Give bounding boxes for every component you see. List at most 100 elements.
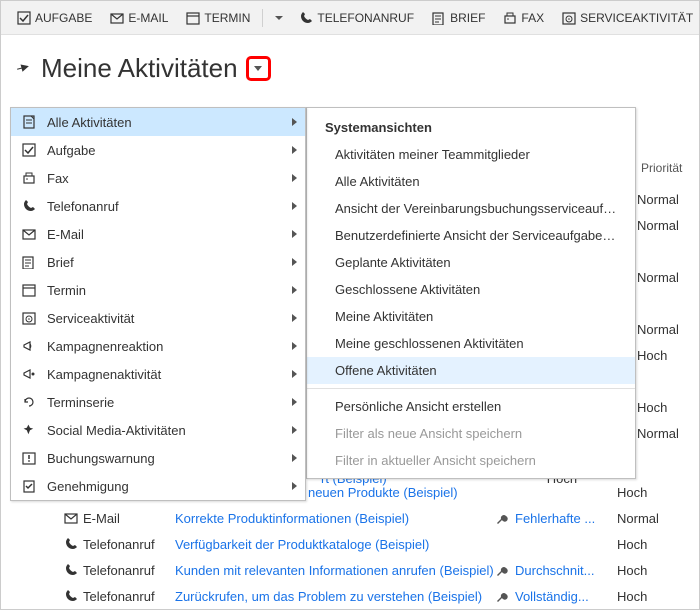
- view-item[interactable]: Meine geschlossenen Aktivitäten: [307, 330, 635, 357]
- view-item[interactable]: Meine Aktivitäten: [307, 303, 635, 330]
- toolbar-task-label: AUFGABE: [35, 11, 92, 25]
- row-priority: Hoch: [617, 589, 677, 604]
- view-action-create-personal[interactable]: Persönliche Ansicht erstellen: [307, 393, 635, 420]
- view-item[interactable]: Benutzerdefinierte Ansicht der Serviceau…: [307, 222, 635, 249]
- bg-priority-cell: [637, 290, 699, 316]
- toolbar-phone-label: TELEFONANRUF: [317, 11, 414, 25]
- chevron-right-icon: [292, 258, 297, 266]
- row-regarding-text: Fehlerhafte ...: [515, 511, 595, 526]
- chevron-right-icon: [292, 370, 297, 378]
- row-priority: Hoch: [617, 485, 677, 500]
- activity-row[interactable]: Telefonanruf Zurückrufen, um das Problem…: [1, 583, 699, 609]
- chevron-right-icon: [292, 118, 297, 126]
- view-item[interactable]: Aktivitäten meiner Teammitglieder: [307, 141, 635, 168]
- column-header-priority[interactable]: Priorität: [641, 161, 682, 175]
- row-regarding-link[interactable]: Fehlerhafte ...: [497, 511, 617, 526]
- chevron-right-icon: [292, 482, 297, 490]
- type-menu-item-social[interactable]: Social Media-Aktivitäten: [11, 416, 305, 444]
- row-regarding-text: Vollständig...: [515, 589, 589, 604]
- type-menu-label: Termin: [39, 283, 292, 298]
- activity-row[interactable]: Telefonanruf Verfügbarkeit der Produktka…: [1, 531, 699, 557]
- row-type: E-Mail: [83, 511, 175, 526]
- type-menu-label: E-Mail: [39, 227, 292, 242]
- bg-priority-cell: Normal: [637, 264, 699, 290]
- service-icon: [562, 11, 576, 25]
- row-type: Telefonanruf: [83, 537, 175, 552]
- chevron-down-icon: [254, 66, 262, 71]
- checkbox-icon: [17, 11, 31, 25]
- row-type: Telefonanruf: [83, 563, 175, 578]
- row-subject-link[interactable]: Verfügbarkeit der Produktkataloge (Beisp…: [175, 537, 497, 552]
- view-item[interactable]: Geschlossene Aktivitäten: [307, 276, 635, 303]
- toolbar-service[interactable]: SERVICEAKTIVITÄT: [554, 7, 700, 29]
- row-type: Telefonanruf: [83, 589, 175, 604]
- type-menu-item-phone[interactable]: Telefonanruf: [11, 192, 305, 220]
- phone-icon: [19, 199, 39, 213]
- view-item-highlighted[interactable]: Offene Aktivitäten: [307, 357, 635, 384]
- type-menu-item-approval[interactable]: Genehmigung: [11, 472, 305, 500]
- type-menu-item-service[interactable]: Serviceaktivität: [11, 304, 305, 332]
- toolbar-email-label: E-MAIL: [128, 11, 168, 25]
- chevron-right-icon: [292, 286, 297, 294]
- row-priority: Hoch: [617, 563, 677, 578]
- row-priority: Hoch: [617, 537, 677, 552]
- toolbar-task[interactable]: AUFGABE: [9, 7, 100, 29]
- row-subject-link[interactable]: Zurückrufen, um das Problem zu verstehen…: [175, 589, 497, 604]
- toolbar-appointment[interactable]: TERMIN: [178, 7, 258, 29]
- view-selector-dropdown[interactable]: [246, 56, 271, 81]
- row-priority: Normal: [617, 511, 677, 526]
- row-regarding-link[interactable]: Durchschnit...: [497, 563, 617, 578]
- type-menu-item-campaign-activity[interactable]: Kampagnenaktivität: [11, 360, 305, 388]
- toolbar-letter[interactable]: BRIEF: [424, 7, 493, 29]
- bg-priority-cell: Normal: [637, 186, 699, 212]
- envelope-icon: [59, 511, 83, 525]
- type-menu-item-task[interactable]: Aufgabe: [11, 136, 305, 164]
- activity-type-menu: Alle Aktivitäten Aufgabe Fax Telefonanru…: [10, 107, 306, 501]
- type-menu-item-appointment[interactable]: Termin: [11, 276, 305, 304]
- bg-priority-cell: Normal: [637, 420, 699, 446]
- chevron-right-icon: [292, 146, 297, 154]
- pin-icon[interactable]: [15, 61, 31, 77]
- fax-icon: [19, 171, 39, 185]
- activity-row[interactable]: E-Mail Korrekte Produktinformationen (Be…: [1, 505, 699, 531]
- chevron-right-icon: [292, 342, 297, 350]
- type-menu-item-campaign-response[interactable]: Kampagnenreaktion: [11, 332, 305, 360]
- row-subject-link[interactable]: Kunden mit relevanten Informationen anru…: [175, 563, 497, 578]
- letter-icon: [432, 11, 446, 25]
- activity-row[interactable]: Telefonanruf Kunden mit relevanten Infor…: [1, 557, 699, 583]
- toolbar-appointment-dropdown[interactable]: [267, 12, 289, 24]
- phone-icon: [59, 537, 83, 551]
- toolbar-email[interactable]: E-MAIL: [102, 7, 176, 29]
- pin-icon: [19, 423, 39, 437]
- type-menu-label: Kampagnenaktivität: [39, 367, 292, 382]
- background-rows: Normal Normal Normal Normal Hoch Hoch No…: [637, 186, 699, 446]
- view-item[interactable]: Ansicht der Vereinbarungsbuchungsservice…: [307, 195, 635, 222]
- row-subject-link[interactable]: Korrekte Produktinformationen (Beispiel): [175, 511, 497, 526]
- type-menu-item-all[interactable]: Alle Aktivitäten: [11, 108, 305, 136]
- type-menu-item-recurring[interactable]: Terminserie: [11, 388, 305, 416]
- type-menu-label: Kampagnenreaktion: [39, 339, 292, 354]
- view-item[interactable]: Alle Aktivitäten: [307, 168, 635, 195]
- toolbar: AUFGABE E-MAIL TERMIN TELEFONANRUF BRIEF…: [1, 1, 699, 35]
- toolbar-phone[interactable]: TELEFONANRUF: [291, 7, 422, 29]
- envelope-icon: [110, 11, 124, 25]
- chevron-right-icon: [292, 454, 297, 462]
- row-regarding-link[interactable]: Vollständig...: [497, 589, 617, 604]
- type-menu-item-booking-alert[interactable]: Buchungswarnung: [11, 444, 305, 472]
- type-menu-label: Terminserie: [39, 395, 292, 410]
- toolbar-fax[interactable]: FAX: [495, 7, 552, 29]
- chevron-right-icon: [292, 314, 297, 322]
- type-menu-item-fax[interactable]: Fax: [11, 164, 305, 192]
- bg-priority-cell: [637, 368, 699, 394]
- wrench-icon: [497, 589, 511, 603]
- type-menu-item-letter[interactable]: Brief: [11, 248, 305, 276]
- megaphone-icon: [19, 367, 39, 381]
- type-menu-item-email[interactable]: E-Mail: [11, 220, 305, 248]
- view-action-save-as-new: Filter als neue Ansicht speichern: [307, 420, 635, 447]
- type-menu-label: Aufgabe: [39, 143, 292, 158]
- phone-icon: [299, 11, 313, 25]
- view-item[interactable]: Geplante Aktivitäten: [307, 249, 635, 276]
- bg-priority-cell: Normal: [637, 316, 699, 342]
- envelope-icon: [19, 227, 39, 241]
- chevron-right-icon: [292, 398, 297, 406]
